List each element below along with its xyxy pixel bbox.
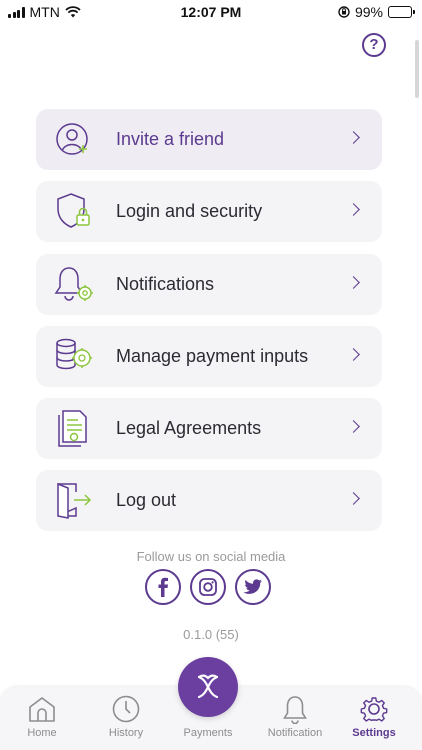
- tab-settings[interactable]: Settings: [332, 687, 416, 750]
- menu-item-log-out[interactable]: Log out: [36, 470, 382, 532]
- gear-icon: [360, 697, 388, 722]
- logout-icon: [57, 483, 92, 520]
- instagram-icon: [199, 578, 217, 596]
- chevron-right-icon: [347, 420, 360, 434]
- battery-percent: 99%: [354, 4, 383, 20]
- app-version: 0.1.0 (55): [183, 627, 239, 642]
- chevron-right-icon: [347, 492, 360, 506]
- tab-history[interactable]: History: [84, 687, 168, 750]
- facebook-icon: [158, 577, 168, 597]
- chevron-right-icon: [347, 203, 360, 217]
- payments-button[interactable]: [178, 657, 238, 717]
- settings-menu: Invite a friend Login and security Notif…: [36, 109, 382, 543]
- menu-label: Invite a friend: [116, 129, 225, 149]
- question-mark-icon: ?: [369, 36, 379, 53]
- help-button[interactable]: ?: [362, 33, 386, 57]
- instagram-button[interactable]: [190, 569, 226, 605]
- tab-label-payments: Payments: [183, 727, 233, 739]
- tab-label: History: [108, 727, 144, 739]
- tab-label: Home: [27, 727, 57, 739]
- twitter-button[interactable]: [235, 569, 271, 605]
- invite-friend-icon: [56, 123, 88, 155]
- social-links: [145, 569, 271, 605]
- social-caption: Follow us on social media: [136, 549, 286, 564]
- menu-item-legal-agreements[interactable]: Legal Agreements: [36, 398, 382, 460]
- status-right: 99%: [338, 4, 415, 20]
- menu-label: Legal Agreements: [116, 418, 262, 439]
- chevron-right-icon: [347, 275, 360, 289]
- bell-gear-icon: [54, 266, 93, 301]
- status-bar: MTN 12:07 PM 99%: [0, 0, 422, 26]
- shield-lock-icon: [57, 193, 90, 229]
- chevron-right-icon: [347, 131, 360, 144]
- battery-icon: [388, 6, 415, 18]
- home-icon: [29, 697, 55, 722]
- tab-label: Settings: [352, 727, 396, 739]
- orientation-lock-icon: [338, 6, 350, 18]
- menu-item-invite-friend[interactable]: Invite a friend: [36, 109, 382, 170]
- menu-label: Manage payment inputs: [116, 345, 309, 366]
- menu-item-login-security[interactable]: Login and security: [36, 181, 382, 243]
- tab-home[interactable]: Home: [0, 687, 84, 750]
- twitter-icon: [243, 579, 262, 594]
- facebook-button[interactable]: [145, 569, 181, 605]
- database-gear-icon: [56, 338, 92, 370]
- tab-notification[interactable]: Notification: [253, 687, 337, 750]
- menu-label: Notifications: [116, 273, 215, 294]
- menu-item-manage-payment-inputs[interactable]: Manage payment inputs: [36, 325, 382, 387]
- bell-icon: [283, 696, 307, 724]
- clock-icon: [112, 695, 140, 723]
- menu-label: Login and security: [116, 201, 263, 222]
- chevron-right-icon: [347, 348, 360, 361]
- tab-label: Notification: [267, 727, 323, 739]
- document-icon: [58, 410, 87, 447]
- payments-icon: [197, 674, 219, 699]
- menu-item-notifications[interactable]: Notifications: [36, 253, 382, 315]
- scroll-indicator[interactable]: [415, 40, 419, 98]
- menu-label: Log out: [116, 490, 177, 511]
